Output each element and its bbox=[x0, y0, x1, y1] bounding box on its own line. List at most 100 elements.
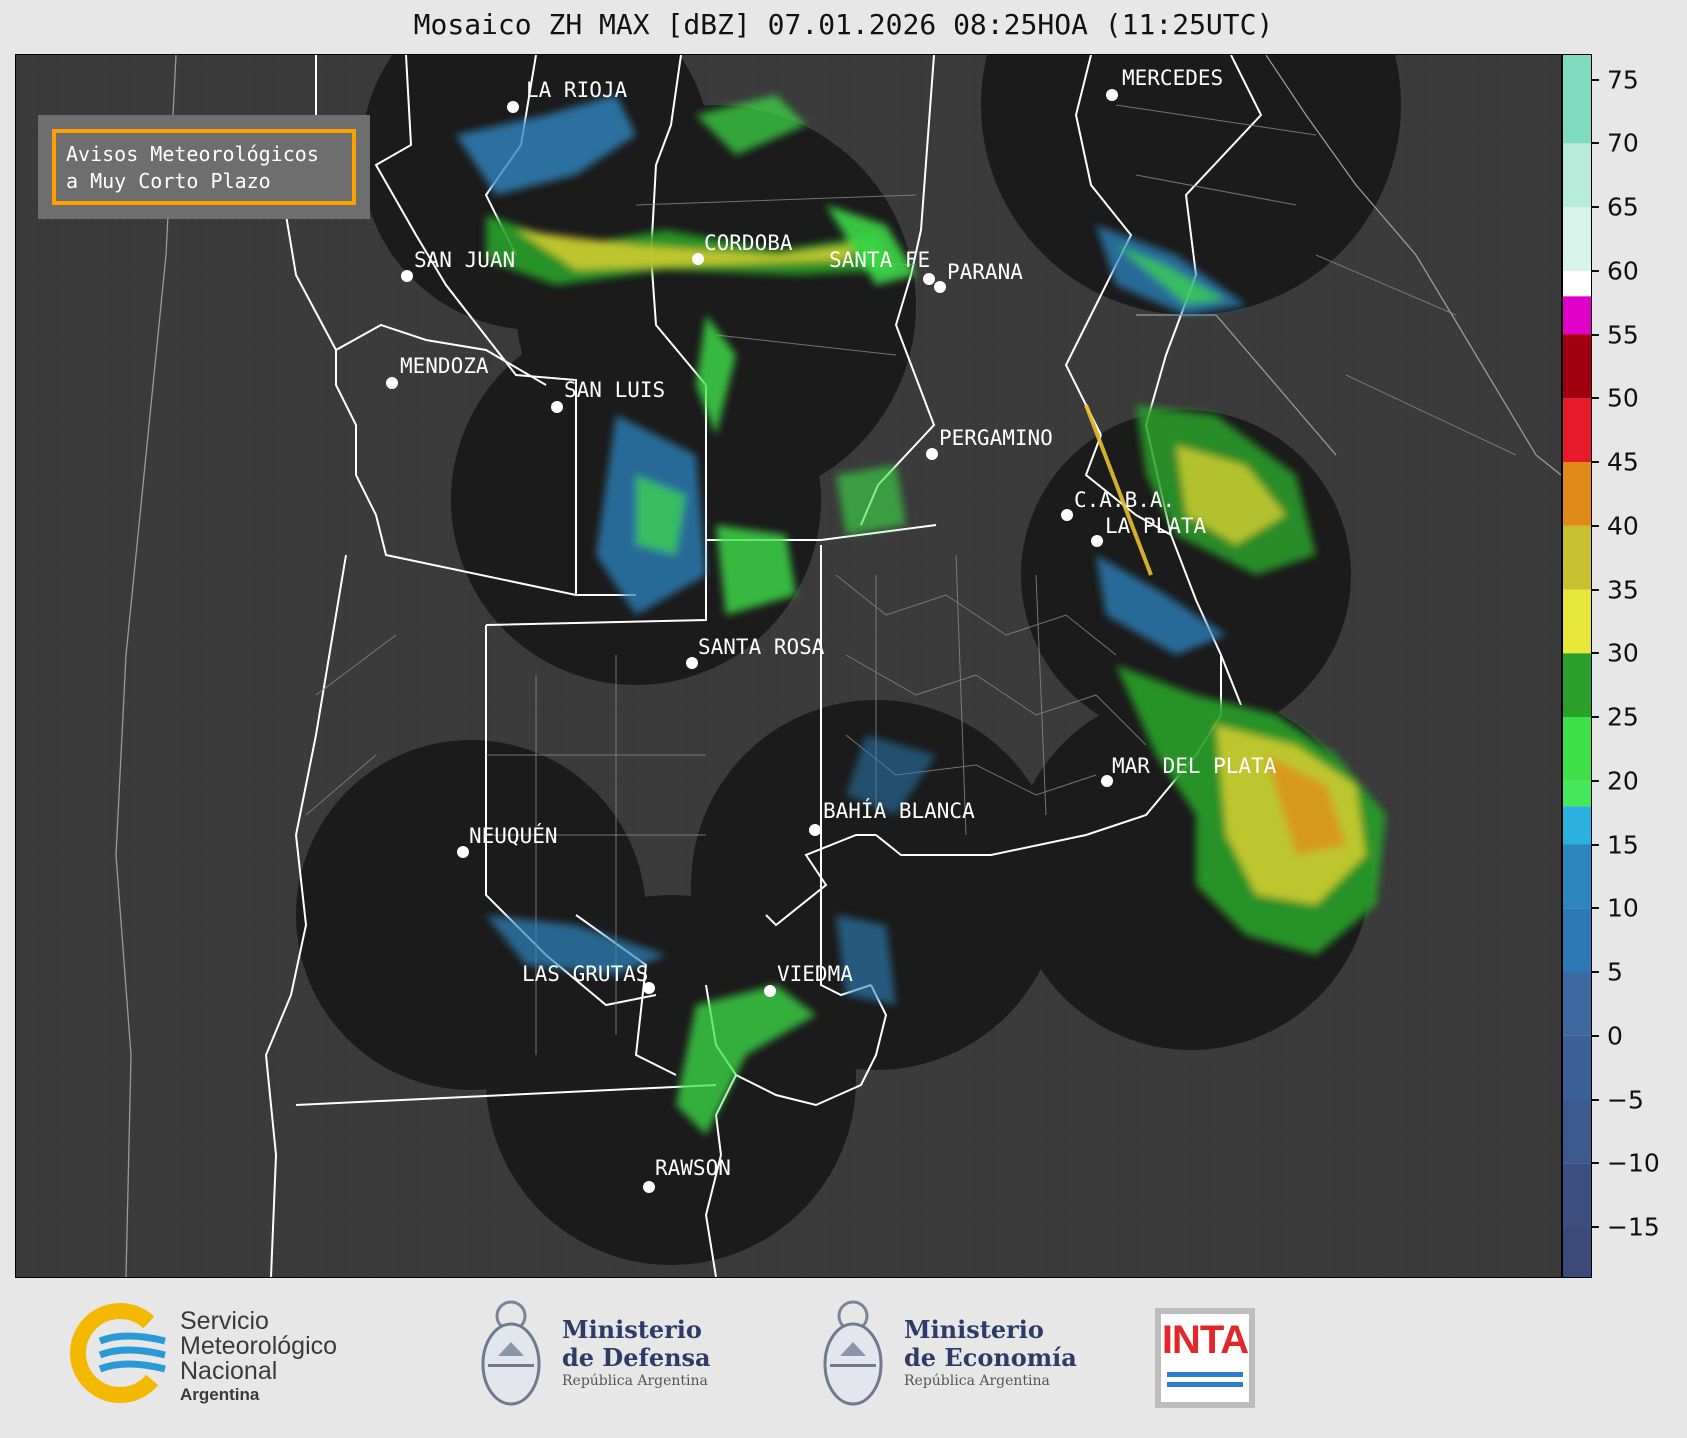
city-label: MERCEDES bbox=[1122, 66, 1223, 90]
city-marker bbox=[643, 1181, 655, 1193]
city-label: VIEDMA bbox=[777, 962, 853, 986]
city-label: SAN JUAN bbox=[414, 248, 515, 272]
colorbar-tick bbox=[1592, 1226, 1599, 1228]
colorbar-tick-label: −10 bbox=[1607, 1148, 1660, 1178]
colorbar-tick-label: 15 bbox=[1607, 830, 1639, 859]
map-title: Mosaico ZH MAX [dBZ] 07.01.2026 08:25HOA… bbox=[413, 8, 1274, 41]
economia-text: Ministerio de Economía República Argenti… bbox=[904, 1316, 1077, 1390]
inta-stripe bbox=[1167, 1382, 1243, 1387]
city-marker bbox=[934, 281, 946, 293]
notice-box: Avisos Meteorológicos a Muy Corto Plazo bbox=[38, 115, 370, 219]
city-marker bbox=[551, 401, 563, 413]
city-marker bbox=[686, 657, 698, 669]
defensa-line-3: República Argentina bbox=[562, 1373, 708, 1389]
colorbar-tick bbox=[1592, 206, 1599, 208]
colorbar-tick-label: 35 bbox=[1607, 575, 1639, 604]
colorbar-tick bbox=[1592, 588, 1599, 591]
colorbar-tick bbox=[1592, 269, 1599, 272]
colorbar-band bbox=[1562, 1099, 1592, 1164]
colorbar-band bbox=[1562, 1163, 1592, 1227]
colorbar-tick-label: 5 bbox=[1607, 957, 1623, 987]
colorbar-tick bbox=[1592, 971, 1599, 973]
defensa-text: Ministerio de Defensa República Argentin… bbox=[562, 1316, 711, 1390]
city-label: BAHÍA BLANCA bbox=[823, 798, 975, 823]
colorbar-band bbox=[1562, 334, 1592, 399]
colorbar-band bbox=[1562, 525, 1592, 590]
smn-line-4: Argentina bbox=[180, 1385, 260, 1404]
inta-text: INTA bbox=[1161, 1318, 1249, 1362]
city-label: RAWSON bbox=[655, 1156, 731, 1180]
inta-stripe bbox=[1167, 1372, 1243, 1377]
ministerio-economia-logo: Ministerio de Economía República Argenti… bbox=[820, 1296, 1080, 1416]
colorbar-tick-label: −15 bbox=[1607, 1212, 1660, 1242]
colorbar-tick bbox=[1592, 333, 1599, 336]
smn-emblem-icon bbox=[70, 1303, 170, 1403]
colorbar-band bbox=[1562, 972, 1592, 1036]
city-marker bbox=[926, 448, 938, 460]
colorbar-tick-label: 50 bbox=[1607, 383, 1639, 413]
smn-line-3: Nacional bbox=[180, 1357, 278, 1385]
colorbar-band bbox=[1562, 908, 1592, 972]
city-label: SANTA ROSA bbox=[698, 635, 825, 659]
colorbar-band bbox=[1562, 653, 1592, 717]
colorbar-band bbox=[1562, 398, 1592, 462]
smn-line-1: Servicio bbox=[180, 1307, 269, 1335]
colorbar-tick-label: 60 bbox=[1607, 256, 1639, 286]
city-marker bbox=[1061, 509, 1073, 521]
inta-logo-panel: INTA bbox=[1161, 1314, 1249, 1402]
city-label: PARANA bbox=[947, 260, 1023, 284]
defensa-line-2: de Defensa bbox=[562, 1343, 711, 1372]
colorbar-tick bbox=[1592, 779, 1599, 782]
colorbar-band bbox=[1562, 296, 1592, 335]
city-label: LA RIOJA bbox=[526, 78, 628, 102]
colorbar-band bbox=[1562, 589, 1592, 654]
colorbar-tick-label: 75 bbox=[1607, 65, 1639, 94]
colorbar-tick bbox=[1592, 1098, 1599, 1101]
colorbar-tick bbox=[1592, 397, 1599, 400]
notice-line-1: Avisos Meteorológicos bbox=[66, 142, 319, 166]
colorbar-tick-label: −5 bbox=[1607, 1085, 1644, 1114]
footer-logos: Servicio Meteorológico Nacional Argentin… bbox=[0, 1278, 1687, 1438]
city-marker bbox=[1091, 535, 1103, 547]
coat-of-arms-icon bbox=[823, 1300, 883, 1406]
radar-map[interactable]: LA RIOJA MERCEDES CORDOBA SAN JUAN SANTA FE P… bbox=[15, 54, 1562, 1278]
colorbar-band bbox=[1562, 270, 1592, 297]
city-label: MENDOZA bbox=[400, 354, 489, 378]
city-label: LA PLATA bbox=[1105, 514, 1207, 538]
colorbar-tick-label: 45 bbox=[1607, 447, 1639, 477]
colorbar-tick-label: 10 bbox=[1607, 893, 1639, 923]
colorbar bbox=[1562, 54, 1592, 1278]
city-label: MAR DEL PLATA bbox=[1112, 754, 1277, 778]
city-marker bbox=[507, 101, 519, 113]
coat-of-arms-icon bbox=[481, 1300, 541, 1406]
radar-map-svg: LA RIOJA MERCEDES CORDOBA SAN JUAN SANTA FE P… bbox=[16, 55, 1561, 1277]
city-marker bbox=[923, 273, 935, 285]
city-label: LAS GRUTAS bbox=[522, 962, 648, 986]
city-marker bbox=[764, 985, 776, 997]
colorbar-tick-label: 40 bbox=[1607, 511, 1639, 541]
inta-logo: INTA bbox=[1155, 1308, 1255, 1408]
colorbar-tick bbox=[1592, 142, 1599, 145]
colorbar-band bbox=[1562, 844, 1592, 909]
colorbar-tick-label: 70 bbox=[1607, 128, 1639, 158]
colorbar-band bbox=[1562, 207, 1592, 271]
colorbar-tick-label: 30 bbox=[1607, 638, 1639, 668]
colorbar-tick bbox=[1592, 461, 1599, 463]
colorbar-band bbox=[1562, 54, 1592, 144]
colorbar-tick bbox=[1592, 843, 1599, 846]
city-label: PERGAMINO bbox=[939, 426, 1053, 450]
smn-logo-text: Servicio Meteorológico Nacional Argentin… bbox=[180, 1309, 337, 1406]
city-marker bbox=[1106, 89, 1118, 101]
city-marker bbox=[809, 824, 821, 836]
colorbar-band bbox=[1562, 143, 1592, 207]
colorbar-tick-label: 0 bbox=[1607, 1021, 1623, 1051]
city-marker bbox=[386, 377, 398, 389]
city-label: NEUQUÉN bbox=[469, 823, 558, 848]
colorbar-tick bbox=[1592, 652, 1599, 655]
defensa-line-1: Ministerio bbox=[562, 1315, 702, 1344]
city-label: SAN LUIS bbox=[564, 378, 665, 402]
economia-line-2: de Economía bbox=[904, 1343, 1077, 1372]
colorbar-band bbox=[1562, 1227, 1592, 1278]
colorbar-band bbox=[1562, 806, 1592, 845]
colorbar-band bbox=[1562, 1035, 1592, 1100]
